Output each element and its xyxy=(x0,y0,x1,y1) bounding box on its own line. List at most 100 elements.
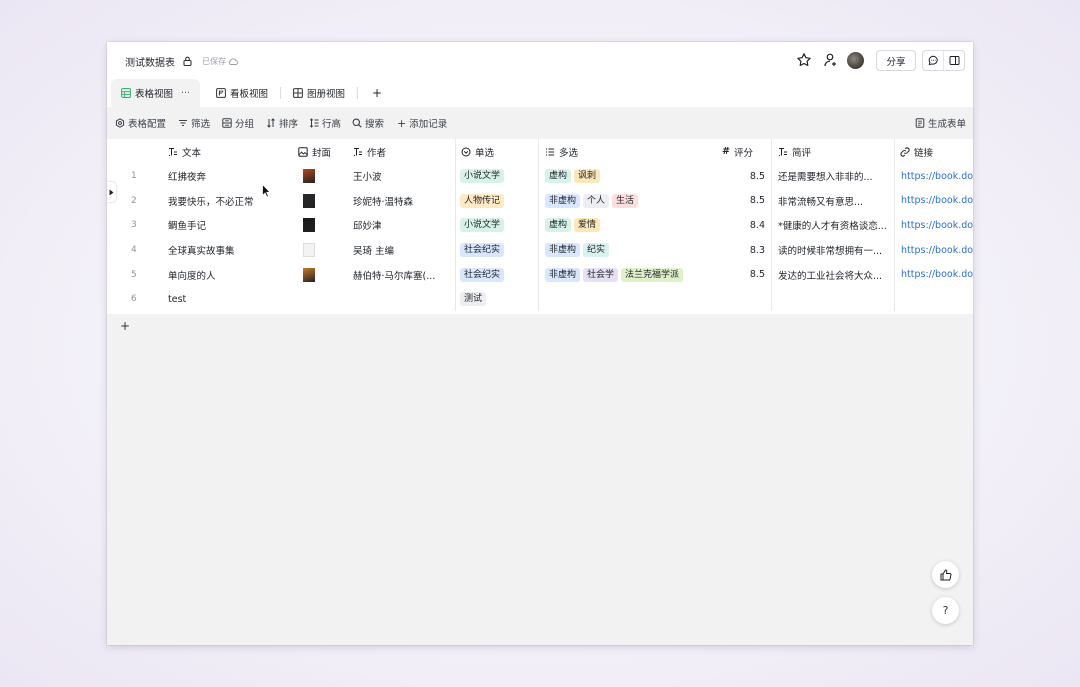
cell-single-select[interactable]: 社会纪实 xyxy=(460,262,507,287)
cell-review[interactable] xyxy=(778,287,890,312)
cell-link-value[interactable]: https://book.dou xyxy=(901,195,973,206)
mouse-cursor-icon xyxy=(262,184,271,198)
cell-text[interactable]: test xyxy=(168,287,293,312)
number-field-icon: # xyxy=(722,146,730,157)
cell-cover[interactable] xyxy=(303,189,315,214)
comment-button[interactable] xyxy=(923,51,944,70)
cell-link-value[interactable]: https://book.dou xyxy=(901,171,973,182)
cell-link-value[interactable]: https://book.dou xyxy=(901,245,973,256)
cell-link[interactable]: https://book.dou xyxy=(901,262,973,287)
kanban-view-icon xyxy=(216,88,226,98)
cell-single-select[interactable]: 测试 xyxy=(460,287,489,312)
cell-single-select[interactable]: 小说文学 xyxy=(460,213,507,238)
cell-rating-value: 8.4 xyxy=(749,219,765,231)
link-icon xyxy=(900,146,910,157)
generate-form-button[interactable]: 生成表单 xyxy=(915,116,966,130)
row-number-text: 6 xyxy=(131,294,137,305)
search-button[interactable]: 搜索 xyxy=(352,116,384,130)
cell-review[interactable]: 发达的工业社会将大众... xyxy=(778,262,890,287)
sidebar-toggle-button[interactable] xyxy=(944,51,964,70)
cell-review[interactable]: 还是需要想入非非的... xyxy=(778,164,890,189)
cell-single-select[interactable]: 人物传记 xyxy=(460,189,507,214)
cell-single-select[interactable]: 小说文学 xyxy=(460,164,507,189)
cell-rating[interactable]: 8.5 xyxy=(727,189,765,214)
cell-cover[interactable] xyxy=(303,262,315,287)
cell-review[interactable]: 非常流畅又有意思... xyxy=(778,189,890,214)
cell-text[interactable]: 我要快乐，不必正常 xyxy=(168,189,293,214)
row-height-button[interactable]: 行高 xyxy=(309,116,341,130)
column-header-rating[interactable]: # 评分 xyxy=(722,139,753,164)
cell-text[interactable]: 鲷鱼手记 xyxy=(168,213,293,238)
cell-cover[interactable] xyxy=(303,238,315,263)
cell-rating[interactable]: 8.3 xyxy=(727,238,765,263)
cell-rating[interactable] xyxy=(727,287,765,312)
group-button[interactable]: 分组 xyxy=(222,116,254,130)
column-divider xyxy=(894,139,895,311)
caret-right-icon xyxy=(109,189,114,195)
expand-sidebar-button[interactable] xyxy=(107,182,116,202)
add-row-button[interactable]: + xyxy=(120,319,130,333)
tag-chip: 人物传记 xyxy=(460,193,505,208)
table-config-button[interactable]: 表格配置 xyxy=(115,116,166,130)
settings-icon xyxy=(115,118,125,128)
feedback-button[interactable] xyxy=(932,561,959,588)
cell-cover[interactable] xyxy=(303,164,315,189)
cell-review[interactable]: *健康的人才有资格谈恋... xyxy=(778,213,890,238)
row-number-text: 1 xyxy=(131,171,137,182)
table-row[interactable]: 2 我要快乐，不必正常 珍妮特·温特森 人物传记 非虚构 个人 生活 8.5 非常流畅又有意思.… xyxy=(107,189,973,214)
cell-cover[interactable] xyxy=(303,213,315,238)
tab-gallery-view[interactable]: 图册视图 xyxy=(293,79,345,107)
cell-rating[interactable]: 8.5 xyxy=(727,262,765,287)
add-user-icon[interactable] xyxy=(823,52,839,68)
column-header-link[interactable]: 链接 xyxy=(900,139,933,164)
table-row[interactable]: 1 红拂夜奔 王小波 小说文学 虚构 讽刺 8.5 还是需要想入非非的... https://b… xyxy=(107,164,973,189)
cell-rating[interactable]: 8.5 xyxy=(727,164,765,189)
column-header-text[interactable]: 文本 xyxy=(168,139,201,164)
cell-link[interactable]: https://book.dou xyxy=(901,164,973,189)
add-record-button[interactable]: + 添加记录 xyxy=(397,116,447,131)
table-row[interactable]: 5 单向度的人 赫伯特·马尔库塞(... 社会纪实 非虚构 社会学 法兰克福学派 8.5 发达的… xyxy=(107,262,973,287)
cell-author[interactable]: 珍妮特·温特森 xyxy=(353,189,449,214)
column-header-review[interactable]: 简评 xyxy=(778,139,811,164)
row-number: 5 xyxy=(131,262,137,287)
cell-text[interactable]: 单向度的人 xyxy=(168,262,293,287)
row-number: 2 xyxy=(131,189,137,214)
cell-author[interactable]: 邱妙津 xyxy=(353,213,449,238)
cell-link[interactable]: https://book.dou xyxy=(901,213,973,238)
cell-link[interactable] xyxy=(901,287,973,312)
help-button[interactable]: ? xyxy=(932,597,959,624)
tab-kanban-view[interactable]: 看板视图 xyxy=(216,79,268,107)
cell-link[interactable]: https://book.dou xyxy=(901,189,973,214)
tag-chip: 非虚构 xyxy=(545,267,581,282)
table-row[interactable]: 3 鲷鱼手记 邱妙津 小说文学 虚构 爱情 8.4 *健康的人才有资格谈恋... https:/… xyxy=(107,213,973,238)
cell-text[interactable]: 红拂夜奔 xyxy=(168,164,293,189)
tab-more-icon[interactable]: ··· xyxy=(181,88,190,99)
table-row[interactable]: 6 test 测试 xyxy=(107,287,973,312)
star-icon[interactable] xyxy=(796,52,812,68)
cell-author[interactable]: 王小波 xyxy=(353,164,449,189)
tag-chip: 个人 xyxy=(583,193,610,208)
cell-link-value[interactable]: https://book.dou xyxy=(901,269,973,280)
avatar[interactable] xyxy=(847,52,864,69)
add-view-button[interactable]: + xyxy=(372,79,382,107)
sort-button[interactable]: 排序 xyxy=(266,116,298,130)
cell-author[interactable] xyxy=(353,287,449,312)
cell-link-value[interactable]: https://book.dou xyxy=(901,220,973,231)
filter-button[interactable]: 筛选 xyxy=(178,116,210,130)
cell-single-select[interactable]: 社会纪实 xyxy=(460,238,507,263)
column-header-cover[interactable]: 封面 xyxy=(298,139,331,164)
column-header-single[interactable]: 单选 xyxy=(461,139,494,164)
cell-author[interactable]: 赫伯特·马尔库塞(... xyxy=(353,262,449,287)
cell-review[interactable]: 读的时候非常想拥有一... xyxy=(778,238,890,263)
tag-chip: 小说文学 xyxy=(460,169,505,184)
share-button[interactable]: 分享 xyxy=(876,50,916,71)
text-field-icon xyxy=(779,147,787,156)
table-row[interactable]: 4 全球真实故事集 吴琦 主编 社会纪实 非虚构 纪实 8.3 读的时候非常想拥有一... ht… xyxy=(107,238,973,263)
column-header-multi[interactable]: 多选 xyxy=(545,139,578,164)
tab-grid-view[interactable]: 表格视图 ··· xyxy=(111,79,201,107)
column-header-author[interactable]: 作者 xyxy=(353,139,386,164)
cell-rating[interactable]: 8.4 xyxy=(727,213,765,238)
cell-text[interactable]: 全球真实故事集 xyxy=(168,238,293,263)
cell-author[interactable]: 吴琦 主编 xyxy=(353,238,449,263)
cell-link[interactable]: https://book.dou xyxy=(901,238,973,263)
